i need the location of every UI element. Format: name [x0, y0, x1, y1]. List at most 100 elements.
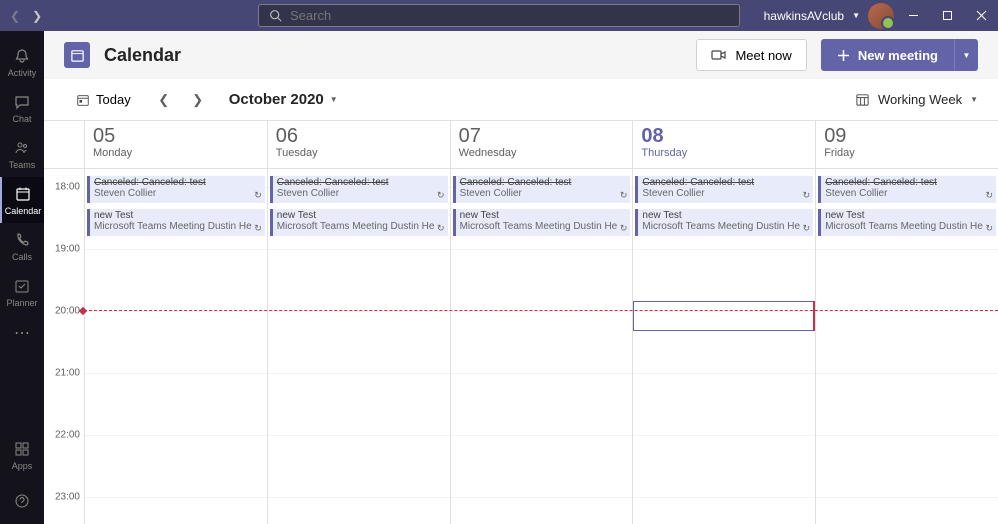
calendar-event[interactable]: new TestMicrosoft Teams Meeting Dustin H… — [270, 209, 448, 236]
calendar-app-icon — [64, 42, 90, 68]
rail-label: Teams — [9, 160, 36, 170]
recurring-icon: ↻ — [985, 190, 993, 201]
week-icon — [855, 92, 870, 107]
apps-icon — [12, 439, 32, 459]
prev-week-button[interactable]: ❮ — [151, 87, 177, 113]
next-week-button[interactable]: ❯ — [185, 87, 211, 113]
bell-icon — [12, 46, 32, 66]
time-label: 23:00 — [55, 492, 80, 503]
time-label: 21:00 — [55, 368, 80, 379]
day-number: 08 — [641, 125, 807, 147]
new-meeting-button[interactable]: New meeting — [821, 39, 954, 71]
calendar-event[interactable]: Canceled: Canceled: testSteven Collier↻ — [453, 176, 631, 203]
day-header[interactable]: 08 Thursday — [632, 121, 815, 168]
rail-chat[interactable]: Chat — [0, 85, 44, 131]
today-button[interactable]: Today — [64, 85, 143, 115]
day-header[interactable]: 05 Monday — [84, 121, 267, 168]
day-name: Wednesday — [459, 147, 625, 159]
recurring-icon: ↻ — [437, 190, 445, 201]
calendar-event[interactable]: new TestMicrosoft Teams Meeting Dustin H… — [818, 209, 996, 236]
time-label: 19:00 — [55, 244, 80, 255]
recurring-icon: ↻ — [620, 223, 628, 234]
calendar-event[interactable]: Canceled: Canceled: testSteven Collier↻ — [270, 176, 448, 203]
rail-label: Calendar — [5, 206, 42, 216]
day-name: Monday — [93, 147, 259, 159]
calendar-event[interactable]: new TestMicrosoft Teams Meeting Dustin H… — [635, 209, 813, 236]
video-icon — [711, 48, 727, 62]
day-column[interactable]: Canceled: Canceled: testSteven Collier↻ n… — [267, 169, 450, 524]
new-meeting-label: New meeting — [858, 48, 938, 63]
time-label: 20:00 — [55, 306, 80, 317]
meet-now-button[interactable]: Meet now — [696, 39, 806, 71]
day-name: Friday — [824, 147, 990, 159]
calendar-event[interactable]: new TestMicrosoft Teams Meeting Dustin H… — [87, 209, 265, 236]
day-name: Tuesday — [276, 147, 442, 159]
rail-more[interactable]: ⋯ — [14, 323, 30, 343]
recurring-icon: ↻ — [803, 190, 811, 201]
chevron-down-icon: ▼ — [963, 51, 971, 60]
forward-button[interactable]: ❯ — [32, 9, 42, 23]
today-label: Today — [96, 92, 131, 107]
rail-calendar[interactable]: Calendar — [0, 177, 44, 223]
day-header[interactable]: 09 Friday — [815, 121, 998, 168]
month-label: October 2020 — [229, 91, 324, 108]
rail-teams[interactable]: Teams — [0, 131, 44, 177]
recurring-icon: ↻ — [803, 223, 811, 234]
day-number: 09 — [824, 125, 990, 147]
day-column[interactable]: Canceled: Canceled: testSteven Collier↻ n… — [632, 169, 815, 524]
rail-label: Activity — [8, 68, 37, 78]
rail-label: Apps — [12, 461, 33, 471]
calendar-header: Calendar Meet now New meeting ▼ — [44, 31, 998, 79]
current-time-indicator — [84, 310, 998, 311]
today-icon — [76, 93, 90, 107]
rail-activity[interactable]: Activity — [0, 39, 44, 85]
day-number: 07 — [459, 125, 625, 147]
calendar-event[interactable]: new TestMicrosoft Teams Meeting Dustin H… — [453, 209, 631, 236]
new-meeting-dropdown[interactable]: ▼ — [954, 39, 978, 71]
month-picker[interactable]: October 2020 ▼ — [229, 91, 338, 108]
search-input[interactable] — [290, 8, 729, 23]
user-name: hawkinsAVclub — [764, 9, 844, 23]
chat-icon — [12, 92, 32, 112]
time-label: 18:00 — [55, 182, 80, 193]
calendar-event[interactable]: Canceled: Canceled: testSteven Collier↻ — [87, 176, 265, 203]
back-button[interactable]: ❮ — [10, 9, 20, 23]
avatar[interactable] — [868, 3, 894, 29]
search-box[interactable] — [258, 4, 740, 27]
day-column[interactable]: Canceled: Canceled: testSteven Collier↻ n… — [450, 169, 633, 524]
calendar-icon — [13, 184, 33, 204]
main: Calendar Meet now New meeting ▼ Today ❮ … — [44, 31, 998, 524]
minimize-button[interactable] — [908, 10, 922, 21]
day-number: 06 — [276, 125, 442, 147]
day-number: 05 — [93, 125, 259, 147]
day-header[interactable]: 07 Wednesday — [450, 121, 633, 168]
calendar-grid[interactable]: 18:00 19:00 20:00 21:00 22:00 23:00 Canceled:… — [44, 169, 998, 524]
rail-calls[interactable]: Calls — [0, 223, 44, 269]
view-label: Working Week — [878, 92, 962, 107]
calendar-event[interactable]: Canceled: Canceled: testSteven Collier↻ — [635, 176, 813, 203]
chevron-down-icon: ▼ — [970, 95, 978, 104]
day-column[interactable]: Canceled: Canceled: testSteven Collier↻ n… — [815, 169, 998, 524]
rail-apps[interactable]: Apps — [0, 432, 44, 478]
day-column[interactable]: Canceled: Canceled: testSteven Collier↻ n… — [84, 169, 267, 524]
time-column: 18:00 19:00 20:00 21:00 22:00 23:00 — [44, 169, 84, 524]
day-header[interactable]: 06 Tuesday — [267, 121, 450, 168]
rail-planner[interactable]: Planner — [0, 269, 44, 315]
maximize-button[interactable] — [942, 10, 956, 21]
view-picker[interactable]: Working Week ▼ — [855, 92, 978, 107]
rail-label: Planner — [6, 298, 37, 308]
title-bar: ❮ ❯ hawkinsAVclub ▼ — [0, 0, 998, 31]
calendar-toolbar: Today ❮ ❯ October 2020 ▼ Working Week ▼ — [44, 79, 998, 121]
user-menu[interactable]: hawkinsAVclub ▼ — [764, 3, 894, 29]
rail-help[interactable] — [0, 478, 44, 524]
close-button[interactable] — [976, 10, 990, 21]
plus-icon — [837, 49, 850, 62]
search-icon — [269, 9, 282, 22]
day-columns: Canceled: Canceled: testSteven Collier↻n… — [84, 169, 998, 524]
phone-icon — [12, 230, 32, 250]
rail-label: Calls — [12, 252, 32, 262]
time-selection[interactable] — [633, 301, 815, 331]
time-label: 22:00 — [55, 430, 80, 441]
calendar-event[interactable]: Canceled: Canceled: testSteven Collier↻ — [818, 176, 996, 203]
recurring-icon: ↻ — [437, 223, 445, 234]
